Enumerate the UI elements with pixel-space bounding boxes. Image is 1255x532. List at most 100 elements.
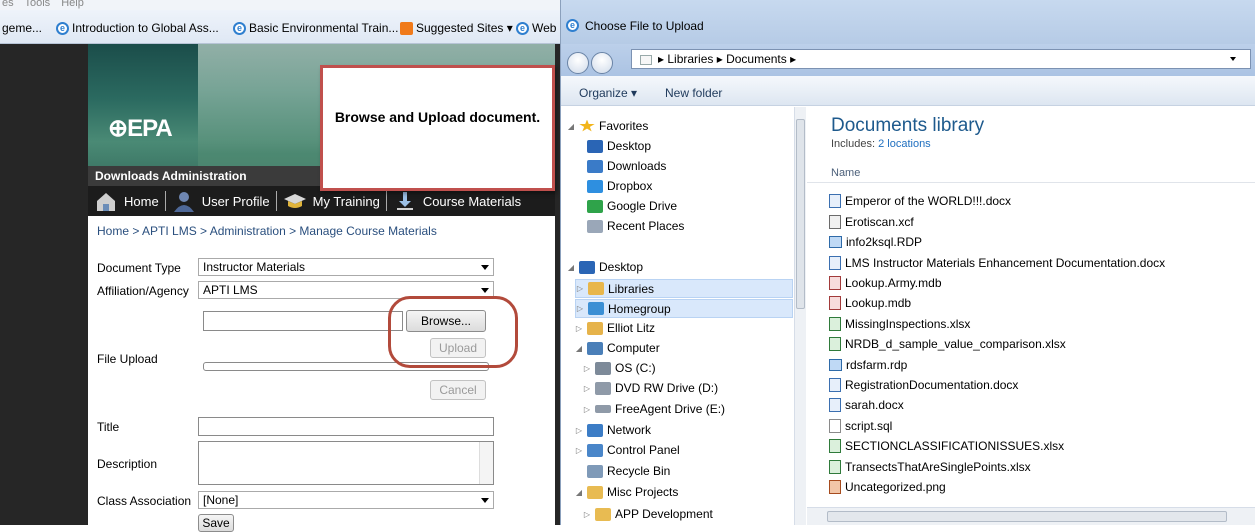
collapse-icon[interactable]: ◢: [575, 344, 583, 353]
file-row[interactable]: LMS Instructor Materials Enhancement Doc…: [829, 254, 1165, 272]
nav-libraries[interactable]: ▷ Libraries: [575, 279, 793, 298]
collapse-icon[interactable]: ◢: [567, 122, 575, 131]
back-button[interactable]: [567, 52, 589, 74]
ie-icon: e: [516, 21, 529, 35]
file-row[interactable]: script.sql: [829, 417, 892, 435]
favorite-link-3[interactable]: e Basic Environmental Train...: [233, 21, 398, 35]
suggested-sites-icon: [400, 21, 413, 35]
organize-button[interactable]: Organize ▾: [579, 86, 637, 100]
collapse-icon[interactable]: ◢: [567, 263, 575, 272]
expand-icon[interactable]: ▷: [576, 284, 584, 293]
nav-misc-projects[interactable]: ◢ Misc Projects: [575, 485, 678, 499]
file-path-input[interactable]: [203, 311, 403, 331]
file-list-horizontal-scrollbar[interactable]: [807, 507, 1255, 525]
expand-icon[interactable]: ▷: [576, 304, 584, 313]
title-input[interactable]: [198, 417, 494, 436]
dialog-title-bar[interactable]: e Choose File to Upload: [561, 0, 1255, 44]
navigation-pane: ◢ Favorites Desktop Downloads Dropbox Goo…: [561, 107, 806, 525]
chevron-down-icon[interactable]: [1230, 57, 1236, 61]
nav-app-development[interactable]: ▷ APP Development: [583, 507, 713, 521]
word-document-icon: [829, 194, 841, 208]
nav-home[interactable]: Home: [94, 189, 165, 213]
file-row[interactable]: RegistrationDocumentation.docx: [829, 376, 1018, 394]
locations-link[interactable]: 2 locations: [878, 138, 931, 150]
nav-separator: [275, 191, 277, 211]
file-row[interactable]: MissingInspections.xlsx: [829, 315, 970, 333]
column-header-name[interactable]: Name: [807, 163, 1255, 183]
user-icon: [173, 192, 194, 212]
collapse-icon[interactable]: ◢: [575, 488, 583, 497]
file-row[interactable]: SECTIONCLASSIFICATIONISSUES.xlsx: [829, 437, 1064, 455]
expand-icon[interactable]: ▷: [583, 384, 591, 393]
chevron-down-icon: [481, 498, 489, 503]
menu-item-help[interactable]: Help: [61, 0, 84, 9]
menu-item-tools[interactable]: Tools: [24, 0, 50, 9]
nav-user-profile[interactable]: User Profile: [172, 189, 276, 213]
dvd-drive-icon: [595, 381, 611, 395]
save-button[interactable]: Save: [198, 514, 234, 532]
menu-item-view[interactable]: es: [2, 0, 14, 9]
nav-elliot-litz[interactable]: ▷ Elliot Litz: [575, 321, 655, 335]
file-upload-dialog: e Choose File to Upload ▸ Libraries ▸ Do…: [560, 0, 1255, 525]
desktop-icon: [587, 139, 603, 153]
description-textarea[interactable]: [198, 441, 494, 485]
expand-icon[interactable]: ▷: [583, 405, 591, 414]
breadcrumb[interactable]: Home > APTI LMS > Administration > Manag…: [97, 224, 437, 238]
scroll-thumb[interactable]: [796, 119, 805, 309]
cancel-button[interactable]: Cancel: [430, 380, 486, 400]
expand-icon[interactable]: ▷: [583, 364, 591, 373]
file-row[interactable]: NRDB_d_sample_value_comparison.xlsx: [829, 335, 1066, 353]
expand-icon[interactable]: ▷: [583, 510, 591, 519]
file-row[interactable]: Uncategorized.png: [829, 478, 946, 496]
nav-recycle-bin[interactable]: Recycle Bin: [587, 464, 670, 478]
nav-desktop-fav[interactable]: Desktop: [587, 139, 651, 153]
nav-homegroup[interactable]: ▷ Homegroup: [575, 299, 793, 318]
forward-button[interactable]: [591, 52, 613, 74]
expand-icon[interactable]: ▷: [575, 324, 583, 333]
nav-google-drive[interactable]: Google Drive: [587, 199, 677, 213]
excel-file-icon: [829, 317, 841, 331]
address-path: ▸ Libraries ▸ Documents ▸: [658, 52, 797, 66]
nav-os-c[interactable]: ▷ OS (C:): [583, 361, 656, 375]
nav-downloads[interactable]: Downloads: [587, 159, 666, 173]
textarea-scrollbar[interactable]: [479, 442, 493, 484]
file-row[interactable]: rdsfarm.rdp: [829, 356, 907, 374]
nav-desktop[interactable]: ◢ Desktop: [567, 260, 643, 274]
new-folder-button[interactable]: New folder: [665, 86, 722, 100]
suggested-sites-link[interactable]: Suggested Sites ▾: [400, 21, 513, 35]
nav-dvd-drive[interactable]: ▷ DVD RW Drive (D:): [583, 381, 718, 395]
file-name: Lookup.Army.mdb: [845, 276, 942, 290]
title-label: Title: [97, 420, 120, 434]
nav-network[interactable]: ▷ Network: [575, 423, 651, 437]
nav-recent-places[interactable]: Recent Places: [587, 219, 684, 233]
nav-course-materials[interactable]: Course Materials: [393, 189, 527, 213]
favorite-link-1[interactable]: geme...: [2, 21, 42, 35]
class-association-label: Class Association: [97, 494, 192, 508]
address-bar[interactable]: ▸ Libraries ▸ Documents ▸: [631, 49, 1251, 69]
nav-my-training[interactable]: My Training: [283, 189, 386, 213]
file-row[interactable]: info2ksql.RDP: [829, 233, 922, 251]
expand-icon[interactable]: ▷: [575, 446, 583, 455]
expand-icon[interactable]: ▷: [575, 426, 583, 435]
nav-control-panel[interactable]: ▷ Control Panel: [575, 443, 680, 457]
epa-logo[interactable]: ⊕EPA: [108, 114, 173, 143]
nav-dropbox[interactable]: Dropbox: [587, 179, 652, 193]
nav-favorites[interactable]: ◢ Favorites: [567, 119, 648, 133]
file-row[interactable]: TransectsThatAreSinglePoints.xlsx: [829, 458, 1031, 476]
favorite-label: Web: [532, 21, 557, 35]
file-name: Uncategorized.png: [845, 480, 946, 494]
favorite-link-2[interactable]: e Introduction to Global Ass...: [56, 21, 219, 35]
file-row[interactable]: sarah.docx: [829, 396, 904, 414]
favorite-link-web[interactable]: e Web: [516, 21, 556, 35]
nav-label: DVD RW Drive (D:): [615, 381, 719, 395]
scroll-thumb[interactable]: [827, 511, 1227, 522]
file-row[interactable]: Emperor of the WORLD!!!.docx: [829, 192, 1011, 210]
nav-computer[interactable]: ◢ Computer: [575, 341, 660, 355]
file-row[interactable]: Lookup.mdb: [829, 294, 911, 312]
class-association-select[interactable]: [None]: [198, 491, 494, 509]
file-row[interactable]: Lookup.Army.mdb: [829, 274, 942, 292]
nav-pane-scrollbar[interactable]: [794, 107, 806, 525]
nav-freeagent-drive[interactable]: ▷ FreeAgent Drive (E:): [583, 402, 725, 416]
file-row[interactable]: Erotiscan.xcf: [829, 213, 914, 231]
document-type-select[interactable]: Instructor Materials: [198, 258, 494, 276]
